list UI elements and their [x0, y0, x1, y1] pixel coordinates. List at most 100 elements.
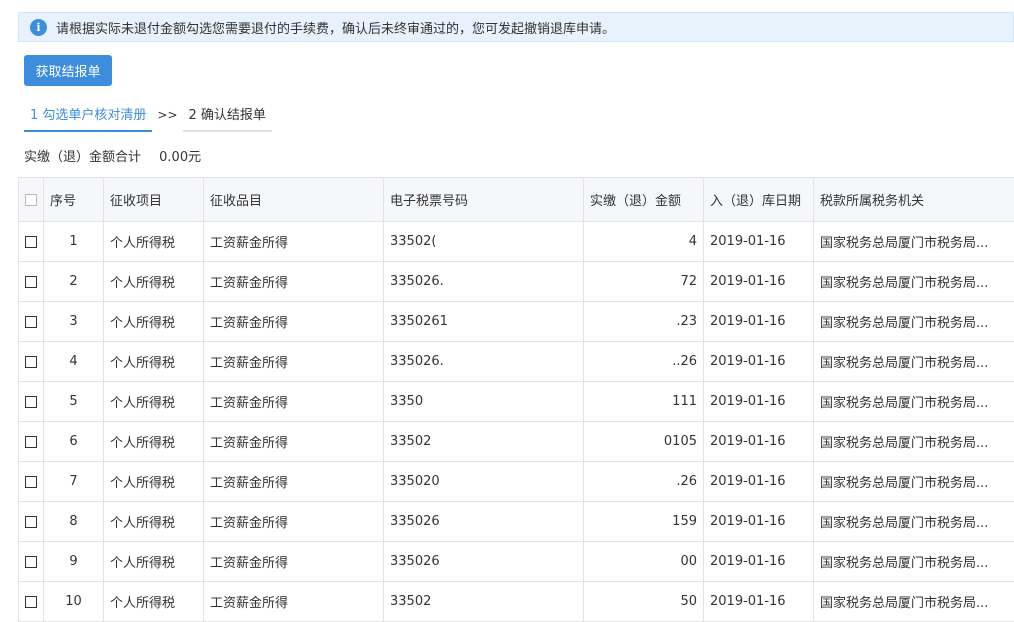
fetch-report-button[interactable]: 获取结报单	[24, 55, 112, 86]
cell-seq: 5	[44, 382, 104, 422]
cell-office: 国家税务总局厦门市税务局...	[814, 422, 1014, 462]
cell-amount: 50	[584, 582, 704, 622]
cell-item: 个人所得税	[104, 222, 204, 262]
cell-ticket: 335020	[384, 462, 584, 502]
checklist-table: 序号 征收项目 征收品目 电子税票号码 实缴（退）金额 入（退）库日期 税款所属…	[18, 177, 1014, 622]
cell-date: 2019-01-16	[704, 262, 814, 302]
cell-subitem: 工资薪金所得	[204, 542, 384, 582]
row-checkbox[interactable]	[19, 422, 44, 462]
cell-subitem: 工资薪金所得	[204, 262, 384, 302]
cell-item: 个人所得税	[104, 502, 204, 542]
summary-amount: 0.00元	[159, 150, 201, 165]
cell-office: 国家税务总局厦门市税务局...	[814, 582, 1014, 622]
cell-date: 2019-01-16	[704, 382, 814, 422]
cell-subitem: 工资薪金所得	[204, 222, 384, 262]
cell-ticket: 3350261	[384, 302, 584, 342]
row-checkbox[interactable]	[19, 342, 44, 382]
row-checkbox[interactable]	[19, 582, 44, 622]
cell-office: 国家税务总局厦门市税务局...	[814, 262, 1014, 302]
cell-seq: 1	[44, 222, 104, 262]
cell-date: 2019-01-16	[704, 222, 814, 262]
row-checkbox[interactable]	[19, 302, 44, 342]
cell-subitem: 工资薪金所得	[204, 302, 384, 342]
header-item: 征收项目	[104, 178, 204, 222]
amount-summary: 实缴（退）金额合计 0.00元	[24, 146, 201, 165]
cell-amount: .23	[584, 302, 704, 342]
row-checkbox[interactable]	[19, 382, 44, 422]
cell-item: 个人所得税	[104, 342, 204, 382]
cell-ticket: 3350	[384, 382, 584, 422]
cell-seq: 4	[44, 342, 104, 382]
step-1-tab[interactable]: 1 勾选单户核对清册	[24, 100, 152, 132]
row-checkbox[interactable]	[19, 462, 44, 502]
cell-ticket: 33502(	[384, 222, 584, 262]
step-separator: >>	[152, 100, 182, 122]
step-2-tab[interactable]: 2 确认结报单	[183, 100, 272, 132]
row-checkbox[interactable]	[19, 502, 44, 542]
cell-subitem: 工资薪金所得	[204, 462, 384, 502]
table-row[interactable]: 2个人所得税工资薪金所得335026.722019-01-16国家税务总局厦门市…	[19, 262, 1014, 302]
info-icon: i	[30, 19, 47, 36]
cell-date: 2019-01-16	[704, 502, 814, 542]
cell-office: 国家税务总局厦门市税务局...	[814, 542, 1014, 582]
cell-office: 国家税务总局厦门市税务局...	[814, 382, 1014, 422]
row-checkbox[interactable]	[19, 262, 44, 302]
notice-bar: i 请根据实际未退付金额勾选您需要退付的手续费，确认后未终审通过的，您可发起撤销…	[18, 12, 1014, 42]
cell-date: 2019-01-16	[704, 462, 814, 502]
cell-amount: 72	[584, 262, 704, 302]
cell-seq: 10	[44, 582, 104, 622]
header-ticket: 电子税票号码	[384, 178, 584, 222]
cell-date: 2019-01-16	[704, 422, 814, 462]
cell-seq: 6	[44, 422, 104, 462]
table-row[interactable]: 10个人所得税工资薪金所得33502502019-01-16国家税务总局厦门市税…	[19, 582, 1014, 622]
cell-ticket: 33502	[384, 422, 584, 462]
table-row[interactable]: 4个人所得税工资薪金所得335026...262019-01-16国家税务总局厦…	[19, 342, 1014, 382]
cell-amount: 0105	[584, 422, 704, 462]
table-row[interactable]: 8个人所得税工资薪金所得3350261592019-01-16国家税务总局厦门市…	[19, 502, 1014, 542]
cell-office: 国家税务总局厦门市税务局...	[814, 342, 1014, 382]
table-row[interactable]: 6个人所得税工资薪金所得3350201052019-01-16国家税务总局厦门市…	[19, 422, 1014, 462]
table-row[interactable]: 1个人所得税工资薪金所得33502(42019-01-16国家税务总局厦门市税务…	[19, 222, 1014, 262]
cell-amount: 4	[584, 222, 704, 262]
table-row[interactable]: 5个人所得税工资薪金所得33501112019-01-16国家税务总局厦门市税务…	[19, 382, 1014, 422]
cell-item: 个人所得税	[104, 542, 204, 582]
header-amount: 实缴（退）金额	[584, 178, 704, 222]
row-checkbox[interactable]	[19, 222, 44, 262]
table-row[interactable]: 7个人所得税工资薪金所得335020.262019-01-16国家税务总局厦门市…	[19, 462, 1014, 502]
cell-ticket: 335026.	[384, 262, 584, 302]
row-checkbox[interactable]	[19, 542, 44, 582]
step-indicator: 1 勾选单户核对清册 >> 2 确认结报单	[24, 100, 272, 130]
cell-subitem: 工资薪金所得	[204, 502, 384, 542]
cell-item: 个人所得税	[104, 422, 204, 462]
cell-amount: 111	[584, 382, 704, 422]
table-row[interactable]: 9个人所得税工资薪金所得335026002019-01-16国家税务总局厦门市税…	[19, 542, 1014, 582]
summary-label: 实缴（退）金额合计	[24, 150, 141, 165]
cell-seq: 3	[44, 302, 104, 342]
cell-date: 2019-01-16	[704, 342, 814, 382]
table-row[interactable]: 3个人所得税工资薪金所得3350261.232019-01-16国家税务总局厦门…	[19, 302, 1014, 342]
cell-amount: ..26	[584, 342, 704, 382]
cell-ticket: 335026	[384, 542, 584, 582]
notice-text: 请根据实际未退付金额勾选您需要退付的手续费，确认后未终审通过的，您可发起撤销退库…	[56, 18, 615, 37]
cell-amount: 00	[584, 542, 704, 582]
cell-subitem: 工资薪金所得	[204, 342, 384, 382]
cell-office: 国家税务总局厦门市税务局...	[814, 502, 1014, 542]
cell-ticket: 335026	[384, 502, 584, 542]
cell-office: 国家税务总局厦门市税务局...	[814, 222, 1014, 262]
header-subitem: 征收品目	[204, 178, 384, 222]
header-seq: 序号	[44, 178, 104, 222]
cell-ticket: 33502	[384, 582, 584, 622]
cell-date: 2019-01-16	[704, 302, 814, 342]
cell-seq: 7	[44, 462, 104, 502]
cell-seq: 9	[44, 542, 104, 582]
cell-item: 个人所得税	[104, 582, 204, 622]
cell-amount: .26	[584, 462, 704, 502]
cell-date: 2019-01-16	[704, 542, 814, 582]
cell-item: 个人所得税	[104, 462, 204, 502]
header-date: 入（退）库日期	[704, 178, 814, 222]
table-header-row: 序号 征收项目 征收品目 电子税票号码 实缴（退）金额 入（退）库日期 税款所属…	[19, 178, 1014, 222]
cell-item: 个人所得税	[104, 382, 204, 422]
header-office: 税款所属税务机关	[814, 178, 1014, 222]
cell-amount: 159	[584, 502, 704, 542]
select-all-checkbox[interactable]	[19, 178, 44, 222]
